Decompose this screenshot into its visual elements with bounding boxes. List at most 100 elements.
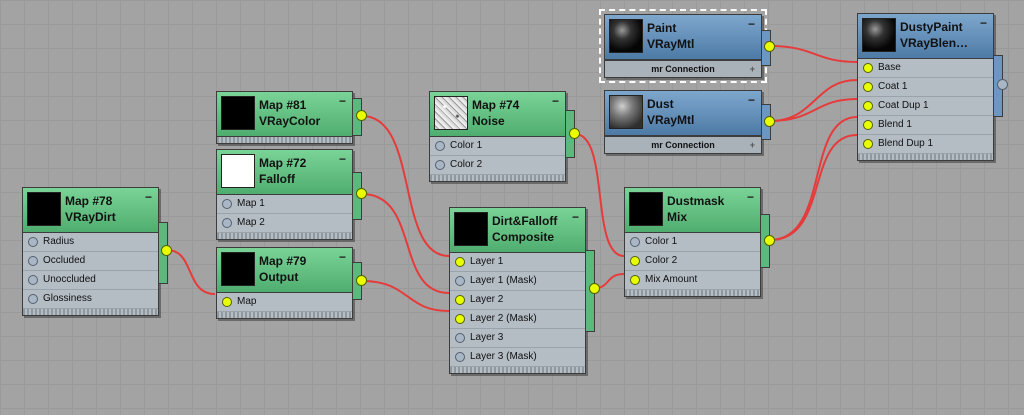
node-header[interactable]: Map #78 VRayDirt − <box>23 188 158 233</box>
node-paint-vraymtl[interactable]: Paint VRayMtl − mr Connection + <box>599 9 767 83</box>
input-slot-unoccluded[interactable]: Unoccluded <box>23 271 158 290</box>
output-socket-icon[interactable] <box>764 116 775 127</box>
output-socket-icon[interactable] <box>356 188 367 199</box>
node-header[interactable]: Dustmask Mix − <box>625 188 760 233</box>
node-type: VRayDirt <box>65 210 116 224</box>
socket-icon[interactable] <box>455 257 465 267</box>
socket-icon[interactable] <box>455 314 465 324</box>
output-socket-icon[interactable] <box>356 110 367 121</box>
socket-icon[interactable] <box>455 295 465 305</box>
input-slot-map1[interactable]: Map 1 <box>217 195 352 214</box>
node-dustmask-mix[interactable]: Dustmask Mix − Color 1 Color 2 Mix Amoun… <box>624 187 761 297</box>
node-resize-strip <box>625 290 760 296</box>
input-slot-radius[interactable]: Radius <box>23 233 158 252</box>
mr-connection-rollout[interactable]: mr Connection + <box>605 136 761 153</box>
socket-icon[interactable] <box>28 275 38 285</box>
socket-icon[interactable] <box>435 141 445 151</box>
node-name: Dust <box>647 97 674 111</box>
plus-icon[interactable]: + <box>750 137 755 153</box>
node-dustypaint-vrayblendmtl[interactable]: DustyPaint VRayBlen… − Base Coat 1 Coat … <box>857 13 994 161</box>
socket-icon[interactable] <box>455 352 465 362</box>
node-dust-vraymtl[interactable]: Dust VRayMtl − mr Connection + <box>604 90 762 154</box>
input-slot-map[interactable]: Map <box>217 293 352 312</box>
node-name: Map #79 <box>259 254 307 268</box>
socket-icon[interactable] <box>863 101 873 111</box>
input-slot-map2[interactable]: Map 2 <box>217 214 352 233</box>
input-slot-layer2[interactable]: Layer 2 <box>450 291 585 310</box>
input-slot-blend1[interactable]: Blend 1 <box>858 116 993 135</box>
socket-icon[interactable] <box>28 256 38 266</box>
node-composite[interactable]: Dirt&Falloff Composite − Layer 1 Layer 1… <box>449 207 586 374</box>
input-slot-color1[interactable]: Color 1 <box>625 233 760 252</box>
input-slot-color2[interactable]: Color 2 <box>430 156 565 175</box>
minus-icon[interactable]: − <box>339 94 346 108</box>
mr-connection-rollout[interactable]: mr Connection + <box>605 60 761 77</box>
input-slot-occluded[interactable]: Occluded <box>23 252 158 271</box>
wire-map79-to-composite-layer2mask <box>361 280 450 312</box>
node-header[interactable]: Map #72 Falloff − <box>217 150 352 195</box>
minus-icon[interactable]: − <box>748 93 755 107</box>
minus-icon[interactable]: − <box>339 152 346 166</box>
socket-icon[interactable] <box>863 82 873 92</box>
node-map79-output[interactable]: Map #79 Output − Map <box>216 247 353 319</box>
input-slot-layer3[interactable]: Layer 3 <box>450 329 585 348</box>
socket-icon[interactable] <box>455 333 465 343</box>
minus-icon[interactable]: − <box>980 16 987 30</box>
socket-icon[interactable] <box>28 237 38 247</box>
input-slot-layer1[interactable]: Layer 1 <box>450 253 585 272</box>
socket-icon[interactable] <box>435 160 445 170</box>
input-slot-color1[interactable]: Color 1 <box>430 137 565 156</box>
input-slot-layer3-mask[interactable]: Layer 3 (Mask) <box>450 348 585 367</box>
node-map81-vraycolor[interactable]: Map #81 VRayColor − <box>216 91 353 144</box>
wire-dustmask-to-blenddup1 <box>769 134 858 241</box>
output-socket-icon[interactable] <box>356 275 367 286</box>
output-socket-icon[interactable] <box>161 245 172 256</box>
input-slot-coat-dup1[interactable]: Coat Dup 1 <box>858 97 993 116</box>
node-header[interactable]: Dirt&Falloff Composite − <box>450 208 585 253</box>
input-slot-glossiness[interactable]: Glossiness <box>23 290 158 309</box>
socket-icon[interactable] <box>455 276 465 286</box>
socket-icon[interactable] <box>222 218 232 228</box>
minus-icon[interactable]: − <box>572 210 579 224</box>
node-header[interactable]: Dust VRayMtl − <box>605 91 761 136</box>
node-header[interactable]: Map #79 Output − <box>217 248 352 293</box>
node-map78-vraydirt[interactable]: Map #78 VRayDirt − Radius Occluded Unocc… <box>22 187 159 316</box>
socket-icon[interactable] <box>863 120 873 130</box>
output-socket-icon[interactable] <box>589 283 600 294</box>
socket-icon[interactable] <box>630 256 640 266</box>
node-type: VRayColor <box>259 114 321 128</box>
minus-icon[interactable]: − <box>748 17 755 31</box>
node-map72-falloff[interactable]: Map #72 Falloff − Map 1 Map 2 <box>216 149 353 240</box>
output-socket-icon[interactable] <box>764 235 775 246</box>
node-header[interactable]: Map #74 Noise − <box>430 92 565 137</box>
node-header[interactable]: Map #81 VRayColor − <box>217 92 352 137</box>
minus-icon[interactable]: − <box>747 190 754 204</box>
input-slot-layer2-mask[interactable]: Layer 2 (Mask) <box>450 310 585 329</box>
map-thumbnail <box>221 154 255 188</box>
socket-icon[interactable] <box>863 63 873 73</box>
output-socket-icon[interactable] <box>997 79 1008 90</box>
node-editor-canvas[interactable]: Map #78 VRayDirt − Radius Occluded Unocc… <box>0 0 1024 415</box>
plus-icon[interactable]: + <box>750 61 755 77</box>
input-slot-layer1-mask[interactable]: Layer 1 (Mask) <box>450 272 585 291</box>
node-header[interactable]: DustyPaint VRayBlen… − <box>858 14 993 59</box>
socket-icon[interactable] <box>630 237 640 247</box>
socket-icon[interactable] <box>222 199 232 209</box>
input-slot-mix-amount[interactable]: Mix Amount <box>625 271 760 290</box>
socket-icon[interactable] <box>28 294 38 304</box>
socket-icon[interactable] <box>630 275 640 285</box>
input-slot-coat1[interactable]: Coat 1 <box>858 78 993 97</box>
node-header[interactable]: Paint VRayMtl − <box>605 15 761 60</box>
input-slot-color2[interactable]: Color 2 <box>625 252 760 271</box>
node-map74-noise[interactable]: Map #74 Noise − Color 1 Color 2 <box>429 91 566 182</box>
wire-dust-to-coatdup1 <box>769 98 858 122</box>
input-slot-blend-dup1[interactable]: Blend Dup 1 <box>858 135 993 154</box>
input-slot-base[interactable]: Base <box>858 59 993 78</box>
output-socket-icon[interactable] <box>764 41 775 52</box>
socket-icon[interactable] <box>222 297 232 307</box>
socket-icon[interactable] <box>863 139 873 149</box>
minus-icon[interactable]: − <box>145 190 152 204</box>
output-socket-icon[interactable] <box>569 128 580 139</box>
minus-icon[interactable]: − <box>552 94 559 108</box>
minus-icon[interactable]: − <box>339 250 346 264</box>
